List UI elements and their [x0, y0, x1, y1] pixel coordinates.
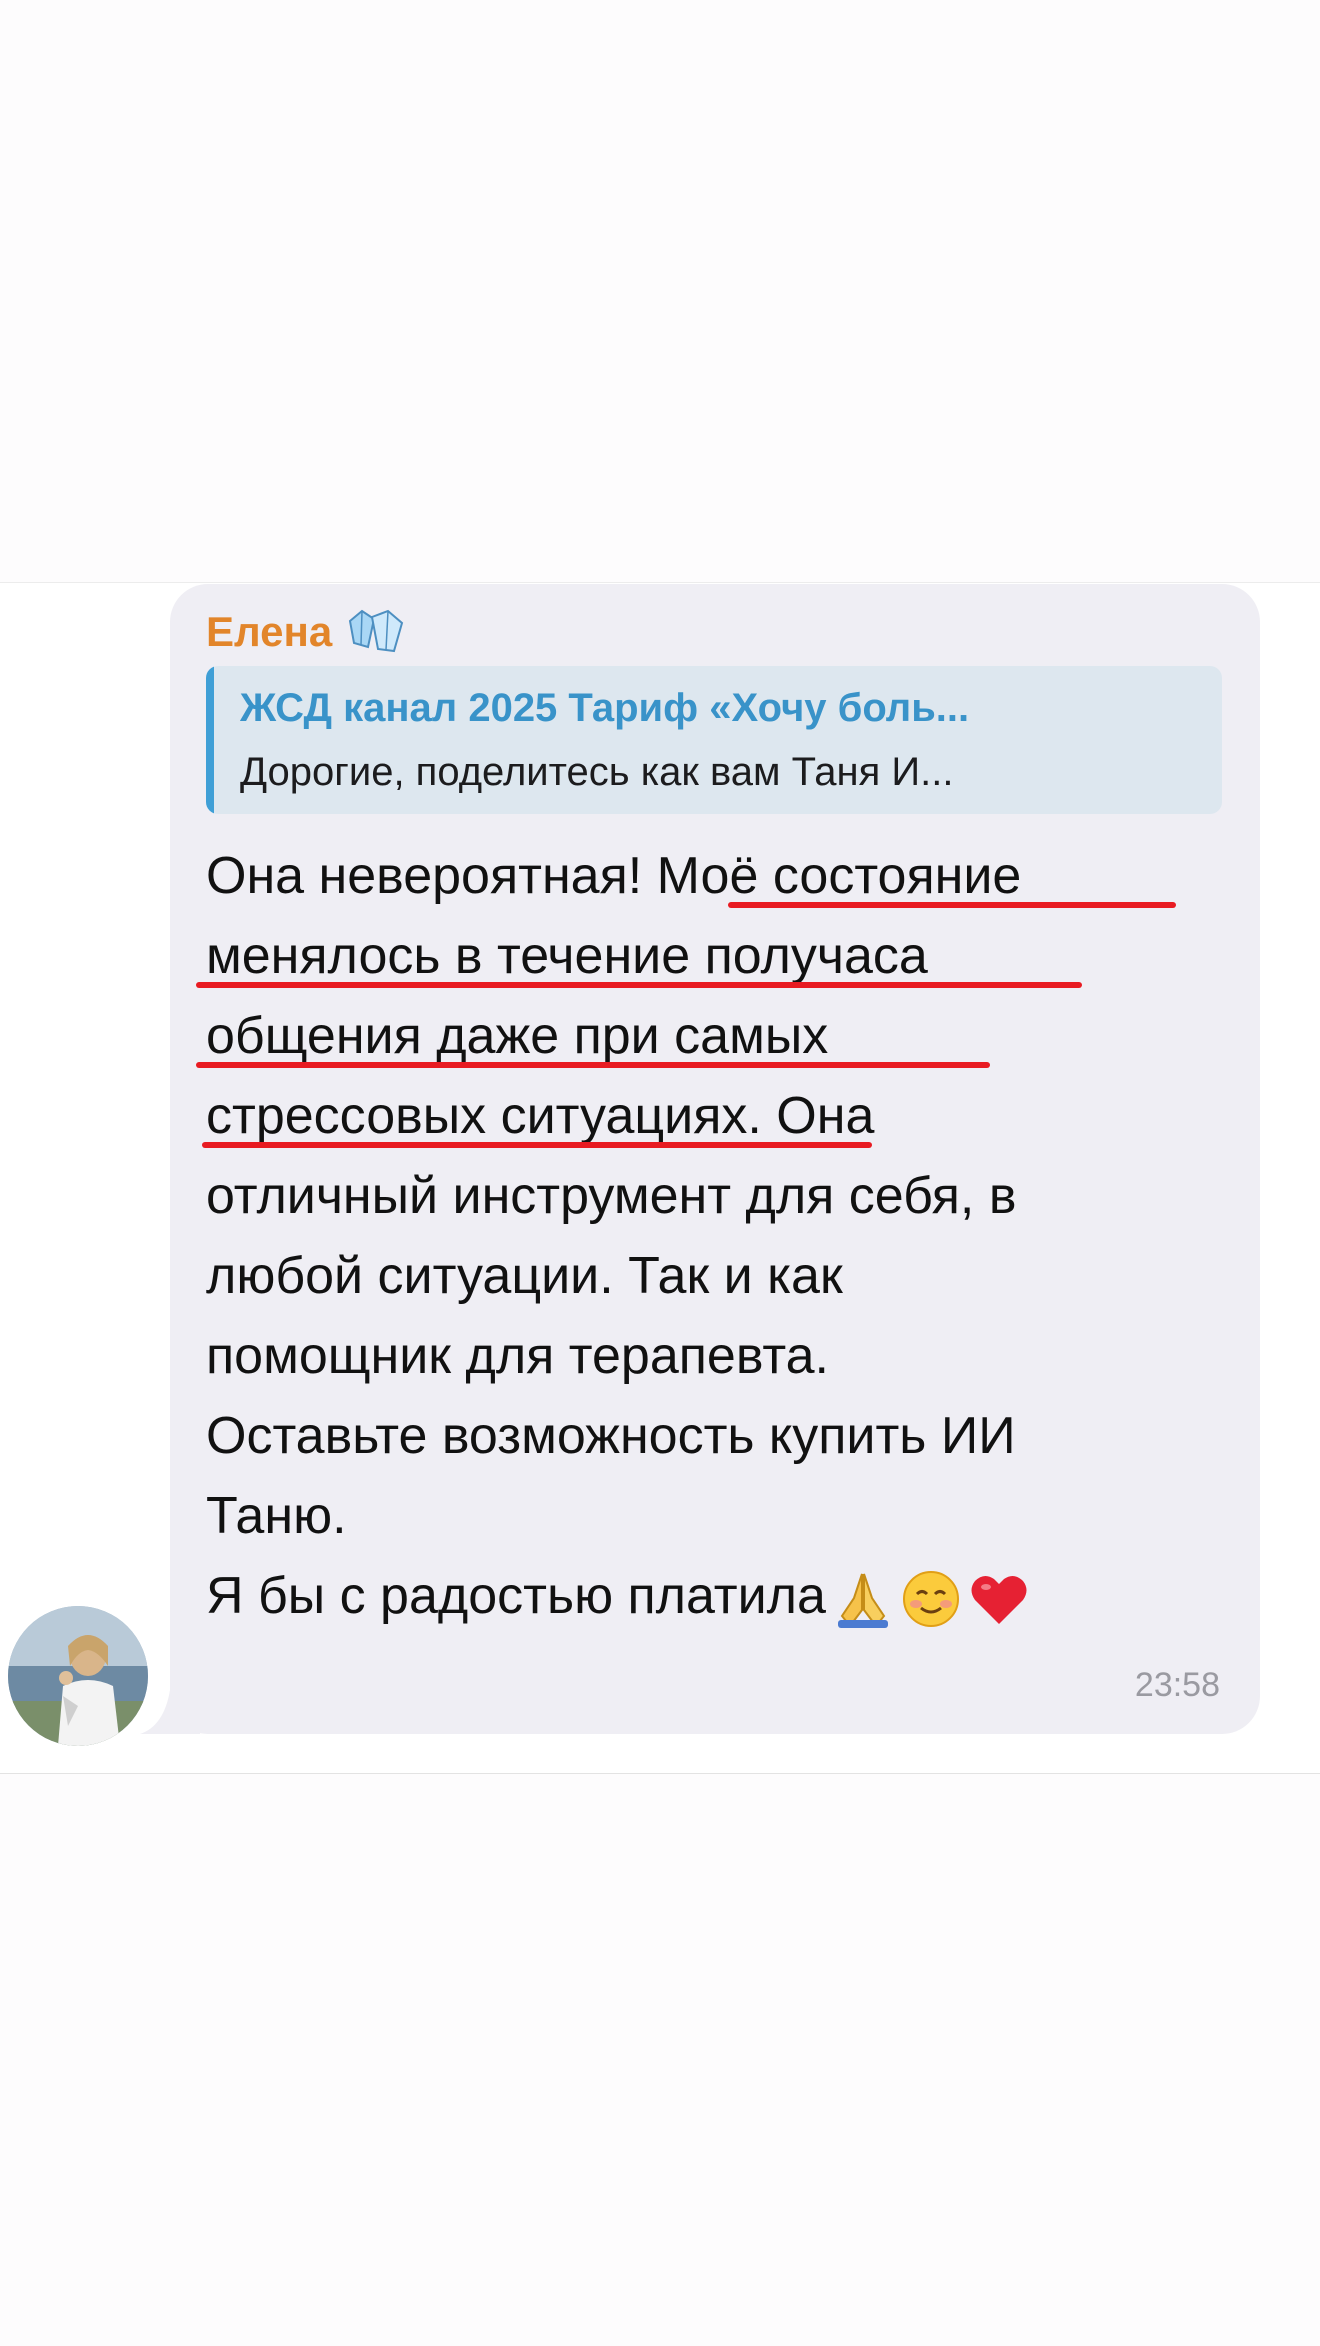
red-heart-emoji: [971, 1576, 1027, 1625]
sender-name[interactable]: Елена: [206, 602, 406, 662]
message-line: Она невероятная! Моё состояние: [206, 836, 1236, 916]
message-text: Она невероятная! Моё состояние менялось …: [196, 836, 1236, 1636]
message-line: помощник для терапевта.: [206, 1327, 829, 1385]
message-line-last: Я бы с радостью платила: [206, 1556, 1236, 1636]
avatar[interactable]: [8, 1606, 148, 1746]
sender-name-text: Елена: [206, 608, 333, 655]
reply-accent-bar: [206, 666, 214, 814]
message-line: общения даже при самых: [196, 996, 1236, 1076]
message-line: любой ситуации. Так и как: [206, 1247, 843, 1305]
message-timestamp: 23:58: [1134, 1666, 1220, 1704]
reply-title: ЖСД канал 2025 Тариф «Хочу боль...: [240, 686, 970, 730]
message-bubble[interactable]: Елена ЖСД канал 2025 Тариф «Хочу боль...…: [170, 584, 1260, 1734]
reply-preview[interactable]: ЖСД канал 2025 Тариф «Хочу боль... Дорог…: [206, 666, 1222, 814]
message-line: стрессовых ситуациях. Она: [202, 1076, 1236, 1156]
message-line: менялось в течение получаса: [196, 916, 1236, 996]
smiling-face-emoji: [902, 1571, 959, 1628]
praying-hands-emoji: [837, 1573, 888, 1629]
message-line: отличный инструмент для себя, в: [206, 1167, 1017, 1225]
message-line: Таню.: [206, 1487, 347, 1545]
highlight-underline: [196, 1062, 990, 1068]
highlight-underline: [202, 1142, 872, 1148]
reply-text: Дорогие, поделитесь как вам Таня И...: [240, 750, 954, 794]
highlight-underline: [196, 982, 1082, 988]
gem-crystals-icon: [349, 609, 404, 653]
message-line: Оставьте возможность купить ИИ: [206, 1407, 1016, 1465]
highlight-underline: [728, 902, 1176, 908]
